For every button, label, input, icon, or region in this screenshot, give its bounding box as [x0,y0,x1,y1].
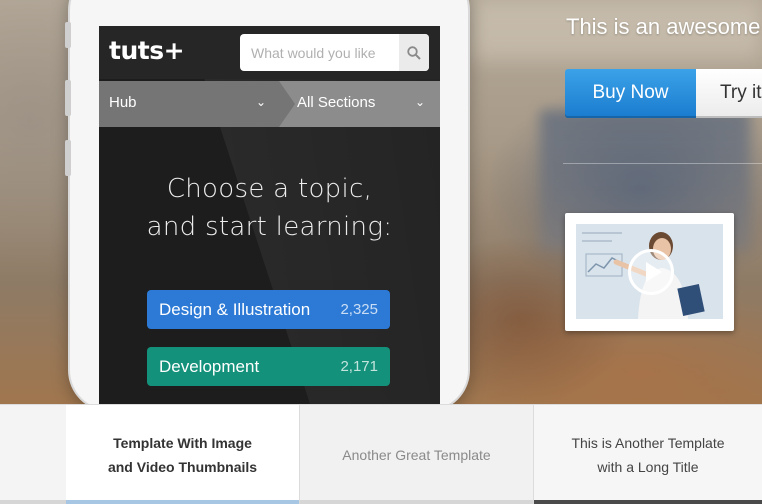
phone-volume-down-button [65,140,71,176]
app-header: tuts+ [99,26,440,79]
template-tabs: Template With Image and Video Thumbnails… [0,404,762,504]
topic-count: 2,171 [340,358,378,375]
play-icon[interactable] [628,249,674,295]
tab-left-edge [0,405,66,504]
phone-screen: tuts+ Hub ⌄ All Sections ⌄ Choose a topi… [99,26,440,406]
topic-count: 2,325 [340,301,378,318]
active-tab-indicator [66,500,299,504]
tab-indicator [0,500,66,504]
headline-line-2: and start learning: [146,212,393,242]
search-input[interactable] [240,34,398,71]
search-icon [407,45,421,60]
topic-headline: Choose a topic, and start learning: [99,170,440,246]
tab-label-line-2: with a Long Title [597,459,699,475]
video-thumbnail [576,224,723,319]
sections-label: All Sections [297,94,376,111]
search-button[interactable] [399,34,429,71]
hero-divider [563,163,762,164]
phone-volume-up-button [65,80,71,116]
chevron-down-icon: ⌄ [256,95,267,109]
topic-label: Design & Illustration [159,299,311,319]
phone-mute-switch [65,22,71,48]
hub-label: Hub [109,94,137,111]
tab-label-line-1: This is Another Template [571,435,725,451]
tab-label: Another Great Template [342,447,491,463]
video-thumbnail-card[interactable] [565,213,734,331]
topic-development[interactable]: Development 2,171 [147,347,390,386]
tab-indicator [300,500,533,504]
topic-design-illustration[interactable]: Design & Illustration 2,325 [147,290,390,329]
hero-tagline: This is an awesome [566,14,761,39]
chevron-down-icon: ⌄ [415,95,426,109]
buy-now-button[interactable]: Buy Now [565,69,696,116]
hub-dropdown[interactable]: Hub ⌄ [99,81,279,127]
tab-label-line-2: and Video Thumbnails [107,459,258,475]
tab-label: This is Another Template with a Long Tit… [571,431,724,479]
tab-label-line-1: Template With Image [113,435,252,451]
nav-bar: Hub ⌄ All Sections ⌄ [99,81,440,127]
tab-another-great-template[interactable]: Another Great Template [299,405,534,504]
nav-arrow-divider [279,81,295,127]
search-box [240,34,429,71]
topic-label: Development [159,356,260,376]
try-it-button[interactable]: Try it [696,69,762,116]
tab-another-template-long-title[interactable]: This is Another Template with a Long Tit… [534,405,762,504]
tab-indicator [534,500,762,504]
tab-template-with-image[interactable]: Template With Image and Video Thumbnails [66,405,299,504]
tuts-logo[interactable]: tuts+ [109,36,185,65]
sections-dropdown[interactable]: All Sections ⌄ [279,81,440,127]
tab-label: Template With Image and Video Thumbnails [108,431,257,479]
headline-line-1: Choose a topic, [166,174,373,204]
